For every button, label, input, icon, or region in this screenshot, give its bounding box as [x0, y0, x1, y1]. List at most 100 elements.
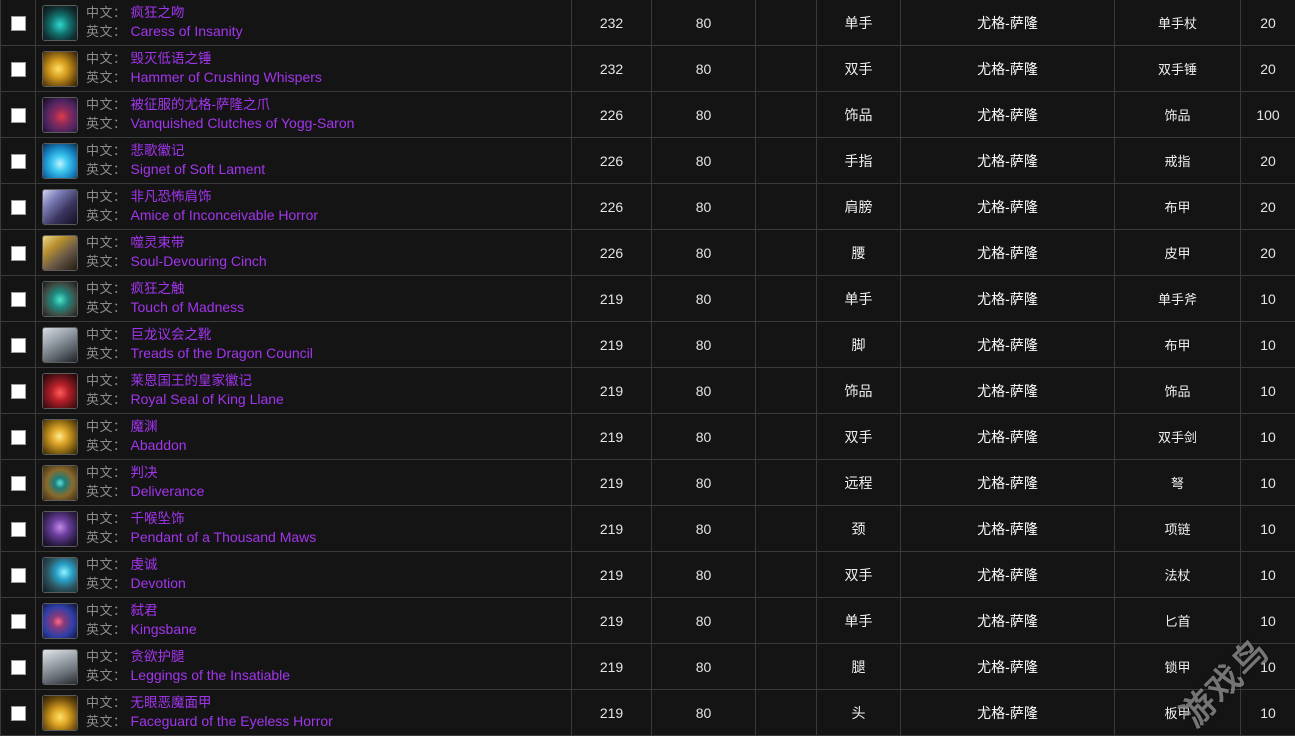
row-select-cell[interactable]	[1, 414, 36, 460]
table-row[interactable]: 中文：魔渊英文：Abaddon21980双手尤格-萨隆双手剑10	[1, 414, 1295, 460]
table-row[interactable]: 中文：莱恩国王的皇家徽记英文：Royal Seal of King Llane2…	[1, 368, 1295, 414]
item-cell[interactable]: 中文：无眼恶魔面甲英文：Faceguard of the Eyeless Hor…	[36, 690, 572, 736]
item-name-en[interactable]: Soul-Devouring Cinch	[131, 252, 267, 271]
item-cell[interactable]: 中文：疯狂之吻英文：Caress of Insanity	[36, 0, 572, 46]
item-cell[interactable]: 中文：莱恩国王的皇家徽记英文：Royal Seal of King Llane	[36, 368, 572, 414]
item-name-en[interactable]: Touch of Madness	[131, 298, 245, 317]
item-name-en[interactable]: Caress of Insanity	[131, 22, 243, 41]
item-icon-kingsbane[interactable]	[42, 603, 78, 639]
item-name-en[interactable]: Devotion	[131, 574, 186, 593]
item-icon-treads-of-the-dragon-council[interactable]	[42, 327, 78, 363]
item-name-cn[interactable]: 巨龙议会之靴	[131, 326, 212, 344]
item-cell[interactable]: 中文：判决英文：Deliverance	[36, 460, 572, 506]
item-name-cn[interactable]: 贪欲护腿	[131, 648, 185, 666]
item-name-cn[interactable]: 非凡恐怖肩饰	[131, 188, 212, 206]
item-cell[interactable]: 中文：非凡恐怖肩饰英文：Amice of Inconceivable Horro…	[36, 184, 572, 230]
row-checkbox[interactable]	[11, 522, 26, 537]
item-name-en[interactable]: Royal Seal of King Llane	[131, 390, 284, 409]
item-cell[interactable]: 中文：巨龙议会之靴英文：Treads of the Dragon Council	[36, 322, 572, 368]
item-name-en[interactable]: Amice of Inconceivable Horror	[131, 206, 319, 225]
item-name-en[interactable]: Faceguard of the Eyeless Horror	[131, 712, 333, 731]
table-row[interactable]: 中文：被征服的尤格-萨隆之爪英文：Vanquished Clutches of …	[1, 92, 1295, 138]
table-row[interactable]: 中文：判决英文：Deliverance21980远程尤格-萨隆弩10	[1, 460, 1295, 506]
item-cell[interactable]: 中文：贪欲护腿英文：Leggings of the Insatiable	[36, 644, 572, 690]
item-name-en[interactable]: Leggings of the Insatiable	[131, 666, 291, 685]
table-row[interactable]: 中文：非凡恐怖肩饰英文：Amice of Inconceivable Horro…	[1, 184, 1295, 230]
item-cell[interactable]: 中文：魔渊英文：Abaddon	[36, 414, 572, 460]
row-select-cell[interactable]	[1, 138, 36, 184]
row-select-cell[interactable]	[1, 506, 36, 552]
item-name-en[interactable]: Kingsbane	[131, 620, 197, 639]
row-checkbox[interactable]	[11, 62, 26, 77]
item-name-cn[interactable]: 魔渊	[131, 418, 158, 436]
item-cell[interactable]: 中文：悲歌徽记英文：Signet of Soft Lament	[36, 138, 572, 184]
row-select-cell[interactable]	[1, 690, 36, 736]
table-row[interactable]: 中文：疯狂之触英文：Touch of Madness21980单手尤格-萨隆单手…	[1, 276, 1295, 322]
item-icon-signet-of-soft-lament[interactable]	[42, 143, 78, 179]
item-cell[interactable]: 中文：千喉坠饰英文：Pendant of a Thousand Maws	[36, 506, 572, 552]
item-icon-royal-seal-of-king-llane[interactable]	[42, 373, 78, 409]
row-select-cell[interactable]	[1, 0, 36, 46]
table-row[interactable]: 中文：疯狂之吻英文：Caress of Insanity23280单手尤格-萨隆…	[1, 0, 1295, 46]
item-icon-soul-devouring-cinch[interactable]	[42, 235, 78, 271]
row-select-cell[interactable]	[1, 598, 36, 644]
table-row[interactable]: 中文：巨龙议会之靴英文：Treads of the Dragon Council…	[1, 322, 1295, 368]
item-name-cn[interactable]: 疯狂之吻	[131, 4, 185, 22]
item-icon-leggings-of-the-insatiable[interactable]	[42, 649, 78, 685]
table-row[interactable]: 中文：千喉坠饰英文：Pendant of a Thousand Maws2198…	[1, 506, 1295, 552]
item-icon-faceguard-of-the-eyeless-horror[interactable]	[42, 695, 78, 731]
item-icon-hammer-of-crushing-whispers[interactable]	[42, 51, 78, 87]
row-checkbox[interactable]	[11, 16, 26, 31]
item-icon-abaddon[interactable]	[42, 419, 78, 455]
row-select-cell[interactable]	[1, 230, 36, 276]
item-name-cn[interactable]: 疯狂之触	[131, 280, 185, 298]
row-checkbox[interactable]	[11, 430, 26, 445]
table-row[interactable]: 中文：毁灭低语之锤英文：Hammer of Crushing Whispers2…	[1, 46, 1295, 92]
item-cell[interactable]: 中文：噬灵束带英文：Soul-Devouring Cinch	[36, 230, 572, 276]
row-checkbox[interactable]	[11, 292, 26, 307]
item-name-cn[interactable]: 被征服的尤格-萨隆之爪	[131, 96, 271, 114]
item-name-cn[interactable]: 噬灵束带	[131, 234, 185, 252]
row-checkbox[interactable]	[11, 246, 26, 261]
row-select-cell[interactable]	[1, 46, 36, 92]
item-name-en[interactable]: Pendant of a Thousand Maws	[131, 528, 317, 547]
item-name-en[interactable]: Hammer of Crushing Whispers	[131, 68, 322, 87]
table-row[interactable]: 中文：悲歌徽记英文：Signet of Soft Lament22680手指尤格…	[1, 138, 1295, 184]
item-name-cn[interactable]: 无眼恶魔面甲	[131, 694, 212, 712]
row-select-cell[interactable]	[1, 92, 36, 138]
item-name-en[interactable]: Treads of the Dragon Council	[131, 344, 313, 363]
row-select-cell[interactable]	[1, 322, 36, 368]
item-icon-deliverance[interactable]	[42, 465, 78, 501]
item-name-cn[interactable]: 悲歌徽记	[131, 142, 185, 160]
item-icon-caress-of-insanity[interactable]	[42, 5, 78, 41]
item-icon-touch-of-madness[interactable]	[42, 281, 78, 317]
item-icon-devotion[interactable]	[42, 557, 78, 593]
row-select-cell[interactable]	[1, 276, 36, 322]
item-name-cn[interactable]: 莱恩国王的皇家徽记	[131, 372, 253, 390]
row-checkbox[interactable]	[11, 338, 26, 353]
row-checkbox[interactable]	[11, 706, 26, 721]
row-select-cell[interactable]	[1, 184, 36, 230]
row-checkbox[interactable]	[11, 660, 26, 675]
item-cell[interactable]: 中文：疯狂之触英文：Touch of Madness	[36, 276, 572, 322]
table-row[interactable]: 中文：虔诚英文：Devotion21980双手尤格-萨隆法杖10	[1, 552, 1295, 598]
item-icon-pendant-of-a-thousand-maws[interactable]	[42, 511, 78, 547]
row-checkbox[interactable]	[11, 568, 26, 583]
item-cell[interactable]: 中文：毁灭低语之锤英文：Hammer of Crushing Whispers	[36, 46, 572, 92]
item-name-cn[interactable]: 弑君	[131, 602, 158, 620]
row-select-cell[interactable]	[1, 460, 36, 506]
item-name-cn[interactable]: 虔诚	[131, 556, 158, 574]
item-name-en[interactable]: Signet of Soft Lament	[131, 160, 266, 179]
table-row[interactable]: 中文：噬灵束带英文：Soul-Devouring Cinch22680腰尤格-萨…	[1, 230, 1295, 276]
row-checkbox[interactable]	[11, 108, 26, 123]
item-icon-amice-of-inconceivable-horror[interactable]	[42, 189, 78, 225]
table-row[interactable]: 中文：贪欲护腿英文：Leggings of the Insatiable2198…	[1, 644, 1295, 690]
row-checkbox[interactable]	[11, 384, 26, 399]
row-checkbox[interactable]	[11, 476, 26, 491]
item-icon-vanquished-clutches[interactable]	[42, 97, 78, 133]
item-name-en[interactable]: Abaddon	[131, 436, 187, 455]
item-name-cn[interactable]: 毁灭低语之锤	[131, 50, 212, 68]
row-select-cell[interactable]	[1, 552, 36, 598]
table-row[interactable]: 中文：无眼恶魔面甲英文：Faceguard of the Eyeless Hor…	[1, 690, 1295, 736]
row-select-cell[interactable]	[1, 368, 36, 414]
